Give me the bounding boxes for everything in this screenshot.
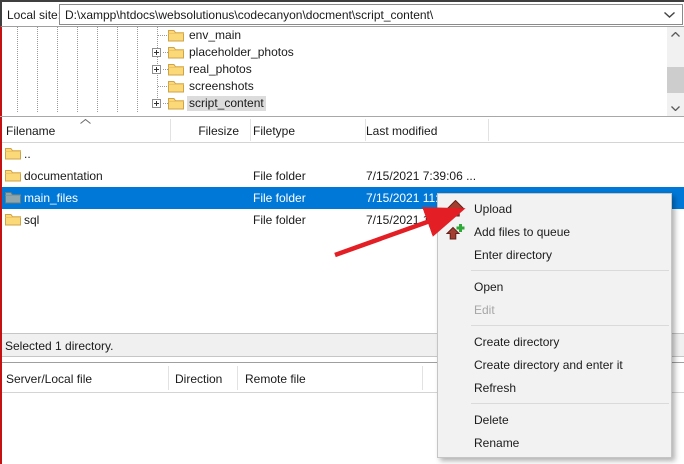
file-name: sql bbox=[24, 213, 39, 227]
menu-item-label: Edit bbox=[474, 303, 495, 317]
column-header-direction[interactable]: Direction bbox=[175, 372, 222, 386]
column-resize-handle[interactable] bbox=[250, 119, 251, 141]
tree-item-screenshots[interactable]: screenshots bbox=[2, 78, 662, 95]
column-resize-handle[interactable] bbox=[365, 119, 366, 141]
status-text: Selected 1 directory. bbox=[5, 339, 114, 353]
tree-item-placeholder-photos[interactable]: placeholder_photos bbox=[2, 44, 662, 61]
column-header-filename[interactable]: Filename bbox=[6, 124, 55, 138]
expand-plus-icon[interactable] bbox=[152, 65, 161, 74]
folder-icon bbox=[5, 147, 21, 160]
menu-item-create-directory[interactable]: Create directory bbox=[438, 330, 671, 353]
file-type: File folder bbox=[253, 191, 306, 205]
menu-item-label: Create directory bbox=[474, 335, 559, 349]
menu-item-delete[interactable]: Delete bbox=[438, 408, 671, 431]
menu-item-label: Delete bbox=[474, 413, 509, 427]
local-site-path-combobox[interactable]: D:\xampp\htdocs\websolutionus\codecanyon… bbox=[59, 4, 683, 25]
column-header-filetype[interactable]: Filetype bbox=[253, 124, 295, 138]
scroll-up-icon[interactable] bbox=[667, 27, 684, 42]
file-list-header: Filename Filesize Filetype Last modified bbox=[2, 117, 684, 143]
column-header-last-modified[interactable]: Last modified bbox=[366, 124, 437, 138]
context-menu: Upload Add files to queue Enter director… bbox=[437, 193, 672, 458]
filezilla-local-pane: Local site: D:\xampp\htdocs\websolutionu… bbox=[0, 0, 684, 464]
menu-item-enter-directory[interactable]: Enter directory bbox=[438, 243, 671, 266]
column-resize-handle[interactable] bbox=[168, 366, 169, 390]
file-modified: 7/15/2021 7:39:06 ... bbox=[366, 169, 476, 183]
menu-item-rename[interactable]: Rename bbox=[438, 431, 671, 454]
scrollbar-thumb[interactable] bbox=[667, 67, 684, 93]
menu-separator bbox=[471, 270, 669, 271]
tree-connector bbox=[158, 86, 168, 87]
sort-ascending-icon bbox=[80, 119, 91, 124]
menu-item-add-files-to-queue[interactable]: Add files to queue bbox=[438, 220, 671, 243]
file-type: File folder bbox=[253, 169, 306, 183]
add-to-queue-icon bbox=[446, 223, 465, 240]
expand-plus-icon[interactable] bbox=[152, 99, 161, 108]
folder-icon bbox=[168, 97, 184, 110]
menu-item-label: Open bbox=[474, 280, 503, 294]
upload-icon bbox=[446, 200, 465, 217]
menu-item-open[interactable]: Open bbox=[438, 275, 671, 298]
tree-item-env-main[interactable]: env_main bbox=[2, 27, 662, 44]
file-name: main_files bbox=[24, 191, 78, 205]
tree-item-label[interactable]: env_main bbox=[187, 28, 243, 43]
column-header-remote-file[interactable]: Remote file bbox=[245, 372, 306, 386]
folder-icon bbox=[5, 169, 21, 182]
menu-item-upload[interactable]: Upload bbox=[438, 197, 671, 220]
local-site-path: D:\xampp\htdocs\websolutionus\codecanyon… bbox=[65, 8, 433, 22]
folder-icon bbox=[5, 191, 21, 204]
menu-item-refresh[interactable]: Refresh bbox=[438, 376, 671, 399]
menu-item-edit: Edit bbox=[438, 298, 671, 321]
menu-item-label: Create directory and enter it bbox=[474, 358, 623, 372]
column-resize-handle[interactable] bbox=[170, 119, 171, 141]
file-name: documentation bbox=[24, 169, 103, 183]
menu-separator bbox=[471, 325, 669, 326]
folder-icon bbox=[168, 29, 184, 42]
menu-item-label: Upload bbox=[474, 202, 512, 216]
column-resize-handle[interactable] bbox=[237, 366, 238, 390]
tree-item-label[interactable]: screenshots bbox=[187, 79, 256, 94]
scroll-down-icon[interactable] bbox=[667, 101, 684, 116]
menu-item-label: Refresh bbox=[474, 381, 516, 395]
local-site-bar: Local site: D:\xampp\htdocs\websolutionu… bbox=[0, 0, 684, 27]
column-header-server-local-file[interactable]: Server/Local file bbox=[6, 372, 92, 386]
menu-separator bbox=[471, 403, 669, 404]
column-resize-handle[interactable] bbox=[422, 366, 423, 390]
tree-item-script-content[interactable]: script_content bbox=[2, 95, 662, 112]
chevron-down-icon[interactable] bbox=[664, 12, 675, 18]
file-modified: 7/15/2021 1 bbox=[366, 213, 429, 227]
column-header-filesize[interactable]: Filesize bbox=[170, 124, 245, 138]
local-directory-tree[interactable]: env_main placeholder_photos real_photos bbox=[2, 27, 684, 116]
tree-scrollbar[interactable] bbox=[667, 27, 684, 116]
file-type: File folder bbox=[253, 213, 306, 227]
menu-item-label: Add files to queue bbox=[474, 225, 570, 239]
menu-item-label: Enter directory bbox=[474, 248, 552, 262]
folder-icon bbox=[168, 63, 184, 76]
expand-plus-icon[interactable] bbox=[152, 48, 161, 57]
folder-icon bbox=[168, 80, 184, 93]
file-row-parent-dir[interactable]: .. bbox=[2, 143, 684, 165]
tree-item-label[interactable]: placeholder_photos bbox=[187, 45, 296, 60]
menu-item-label: Rename bbox=[474, 436, 519, 450]
file-name: .. bbox=[24, 147, 31, 161]
folder-icon bbox=[168, 46, 184, 59]
tree-item-real-photos[interactable]: real_photos bbox=[2, 61, 662, 78]
tree-item-label[interactable]: script_content bbox=[187, 96, 266, 111]
local-site-label: Local site: bbox=[7, 8, 61, 22]
menu-item-create-directory-and-enter-it[interactable]: Create directory and enter it bbox=[438, 353, 671, 376]
file-row-documentation[interactable]: documentation File folder 7/15/2021 7:39… bbox=[2, 165, 684, 187]
folder-icon bbox=[5, 213, 21, 226]
tree-connector bbox=[158, 35, 168, 36]
column-resize-handle[interactable] bbox=[488, 119, 489, 141]
tree-item-label[interactable]: real_photos bbox=[187, 62, 254, 77]
